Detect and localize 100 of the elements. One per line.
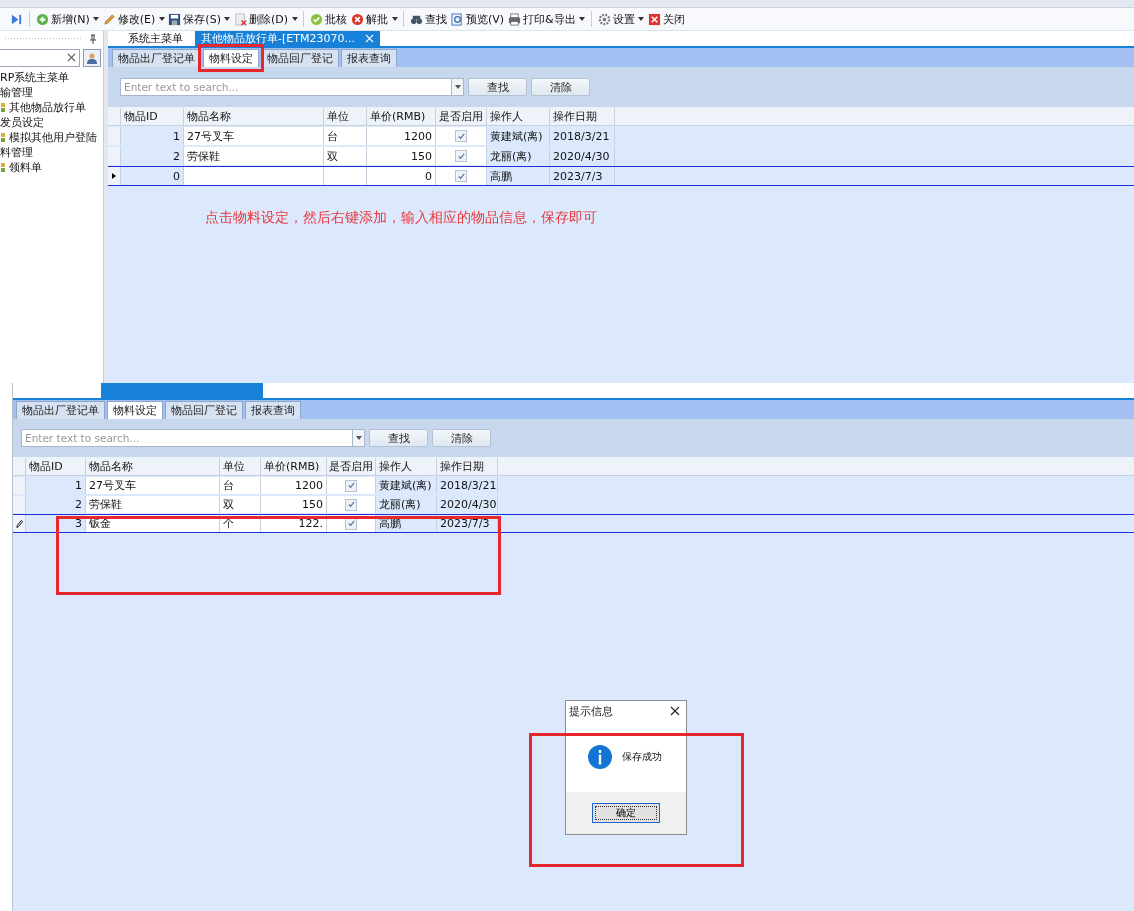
dropdown-button[interactable] (451, 78, 464, 96)
tree-item[interactable]: 模拟其他用户登陆 (9, 130, 97, 145)
table-cell: 0 (367, 167, 436, 185)
table-cell: 龙丽(离) (376, 496, 437, 513)
ok-button[interactable]: 确定 (592, 803, 660, 823)
tab[interactable]: 物品出厂登记单 (16, 401, 105, 419)
approve-icon (310, 12, 323, 26)
row-indicator[interactable] (108, 167, 121, 185)
column-header[interactable]: 操作日期 (550, 108, 615, 125)
column-header[interactable]: 物品ID (26, 458, 86, 475)
caret-icon[interactable] (91, 17, 101, 21)
table-cell: 双 (220, 496, 261, 513)
search-field[interactable]: Enter text to search... (120, 78, 451, 96)
pin-icon[interactable] (89, 33, 97, 44)
save-icon (168, 12, 182, 26)
toolbar-button[interactable]: 查找 (408, 10, 449, 28)
document-icon (1, 103, 5, 112)
action-button[interactable]: 清除 (531, 78, 590, 96)
column-header[interactable]: 物品名称 (86, 458, 220, 475)
action-button[interactable]: 清除 (432, 429, 491, 447)
tree-item[interactable]: 发员设定 (0, 115, 44, 130)
table-cell: 双 (324, 147, 367, 165)
tab[interactable]: 报表查询 (245, 401, 301, 419)
skip-end-icon (10, 12, 23, 26)
caret-icon[interactable] (222, 17, 232, 21)
column-header[interactable]: 是否启用 (436, 108, 487, 125)
table-cell: 黄建斌(离) (376, 477, 437, 494)
toolbar-button[interactable]: 预览(V) (449, 10, 507, 28)
table-cell: 2018/3/21 (437, 477, 498, 494)
checkbox[interactable] (345, 498, 357, 511)
document-icon (1, 163, 5, 172)
toolbar-button[interactable]: 解批 (349, 10, 390, 28)
toolbar-button[interactable]: 关闭 (645, 10, 687, 28)
tree-item[interactable]: RP系统主菜单 (0, 70, 70, 85)
action-button[interactable]: 查找 (369, 429, 428, 447)
user-button[interactable] (83, 49, 101, 67)
table-cell: 劳保鞋 (86, 496, 220, 513)
tab[interactable]: 物料设定 (107, 401, 163, 419)
column-header[interactable]: 是否启用 (327, 458, 376, 475)
tab[interactable]: 物品回厂登记 (165, 401, 243, 419)
tree-item[interactable]: 其他物品放行单 (9, 100, 86, 115)
checkbox[interactable] (455, 170, 467, 182)
table-cell: 27号叉车 (184, 127, 324, 145)
tab[interactable]: 物品出厂登记单 (112, 49, 201, 67)
table-cell: 1200 (261, 477, 327, 494)
checkbox[interactable] (345, 479, 357, 492)
close-icon[interactable] (670, 706, 680, 716)
column-header[interactable]: 操作人 (376, 458, 437, 475)
info-icon (588, 744, 612, 769)
tab[interactable]: 报表查询 (341, 49, 397, 67)
preview-icon (451, 12, 464, 26)
toolbar-button[interactable]: 设置 (595, 10, 637, 28)
column-header[interactable]: 单价(RMB) (367, 108, 436, 125)
toolbar-button[interactable]: 修改(E) (100, 10, 158, 28)
toolbar-button[interactable]: 删除(D) (231, 10, 290, 28)
toolbar-button[interactable]: 批核 (308, 10, 349, 28)
tab[interactable]: 物品回厂登记 (261, 49, 339, 67)
caret-icon[interactable] (157, 17, 167, 21)
document-tab[interactable]: 其他物品放行单-[ETM23070... (195, 31, 380, 46)
table-cell (324, 167, 367, 185)
annotation-text: 点击物料设定，然后右键添加，输入相应的物品信息，保存即可 (205, 209, 597, 227)
table-cell: 龙丽(离) (487, 147, 550, 165)
table-cell: 2023/7/3 (550, 167, 615, 185)
document-tab[interactable]: 系统主菜单 (122, 31, 189, 46)
table-cell: 劳保鞋 (184, 147, 324, 165)
column-header[interactable]: 物品名称 (184, 108, 324, 125)
caret-icon[interactable] (636, 17, 646, 21)
tree-item[interactable]: 料管理 (0, 145, 33, 160)
toolbar-button[interactable]: 新增(N) (34, 10, 92, 28)
caret-icon[interactable] (577, 17, 587, 21)
table-cell: 2020/4/30 (550, 147, 615, 165)
column-header[interactable]: 操作人 (487, 108, 550, 125)
table-cell: 台 (324, 127, 367, 145)
tree-item[interactable]: 输管理 (0, 85, 33, 100)
column-header[interactable]: 单位 (220, 458, 261, 475)
printer-icon (508, 12, 522, 26)
dropdown-button[interactable] (352, 429, 365, 447)
checkbox[interactable] (455, 130, 467, 142)
column-header[interactable]: 单价(RMB) (261, 458, 327, 475)
toolbar-button[interactable]: 打印&导出 (506, 10, 578, 28)
dialog-title: 提示信息 (569, 703, 613, 719)
caret-icon[interactable] (390, 17, 399, 21)
column-header[interactable]: 物品ID (121, 108, 184, 125)
column-header[interactable]: 操作日期 (437, 458, 498, 475)
caret-icon (454, 85, 461, 89)
toolbar-button[interactable]: 保存(S) (166, 10, 223, 28)
tree-item[interactable]: 领料单 (9, 160, 42, 175)
document-icon (1, 133, 5, 142)
table-cell: 台 (220, 477, 261, 494)
table-cell: 27号叉车 (86, 477, 220, 494)
user-icon (86, 52, 98, 64)
search-field[interactable]: Enter text to search... (21, 429, 352, 447)
action-button[interactable]: 查找 (468, 78, 527, 96)
table-cell: 2020/4/30 (437, 496, 498, 513)
table-cell: 150 (367, 147, 436, 165)
search-field[interactable] (0, 49, 80, 67)
checkbox[interactable] (455, 150, 467, 162)
column-header[interactable]: 单位 (324, 108, 367, 125)
delete-icon (233, 12, 247, 26)
caret-icon[interactable] (290, 17, 299, 21)
